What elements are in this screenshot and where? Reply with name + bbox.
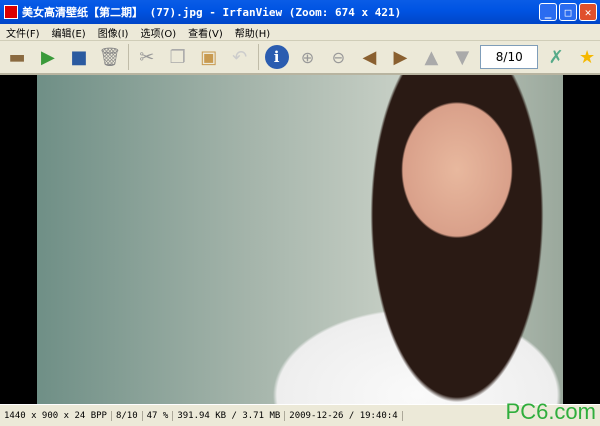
- photo: [37, 75, 563, 404]
- status-file-size: 391.94 KB / 3.71 MB: [173, 410, 286, 421]
- open-folder-icon[interactable]: ▬: [4, 44, 30, 70]
- slideshow-icon[interactable]: ▶: [35, 44, 61, 70]
- watermark-logo: PC6.com: [505, 399, 596, 424]
- menu-image[interactable]: 图像(I): [98, 25, 129, 40]
- status-zoom: 47 %: [143, 410, 174, 421]
- status-index: 8/10: [112, 410, 143, 421]
- menu-view[interactable]: 查看(V): [188, 25, 223, 40]
- next-arrow-icon[interactable]: ▶: [387, 44, 413, 70]
- maximize-button[interactable]: □: [559, 3, 577, 21]
- favorite-star-icon[interactable]: ★: [574, 44, 600, 70]
- undo-icon[interactable]: ↶: [227, 44, 253, 70]
- menu-bar: 文件(F) 编辑(E) 图像(I) 选项(O) 查看(V) 帮助(H): [0, 24, 600, 41]
- zoom-out-icon[interactable]: ⊖: [326, 44, 352, 70]
- paste-icon[interactable]: ▣: [196, 44, 222, 70]
- menu-file[interactable]: 文件(F): [6, 25, 40, 40]
- status-dimensions: 1440 x 900 x 24 BPP: [0, 410, 112, 421]
- minimize-button[interactable]: _: [539, 3, 557, 21]
- save-icon[interactable]: ■: [66, 44, 92, 70]
- menu-options[interactable]: 选项(O): [140, 25, 176, 40]
- info-icon[interactable]: i: [264, 44, 290, 70]
- copy-icon[interactable]: ❐: [165, 44, 191, 70]
- title-bar: 美女高清壁纸【第二期】 (77).jpg - IrfanView (Zoom: …: [0, 0, 600, 24]
- menu-edit[interactable]: 编辑(E): [52, 25, 86, 40]
- toolbar: ▬ ▶ ■ 🗑 ✂ ❐ ▣ ↶ i ⊕ ⊖ ◀ ▶ ▲ ▼ 8/10 ✗ ★: [0, 41, 600, 75]
- image-viewer[interactable]: [0, 75, 600, 404]
- delete-icon[interactable]: 🗑: [97, 44, 123, 70]
- zoom-in-icon[interactable]: ⊕: [295, 44, 321, 70]
- status-datetime: 2009-12-26 / 19:40:4: [285, 410, 403, 421]
- close-button[interactable]: ✕: [579, 3, 597, 21]
- image-counter: 8/10: [480, 45, 539, 69]
- cut-icon[interactable]: ✂: [134, 44, 160, 70]
- separator: [127, 44, 129, 70]
- previous-arrow-icon[interactable]: ◀: [356, 44, 382, 70]
- menu-help[interactable]: 帮助(H): [235, 25, 270, 40]
- settings-tools-icon[interactable]: ✗: [543, 44, 569, 70]
- down-arrow-icon[interactable]: ▼: [449, 44, 475, 70]
- app-icon: [4, 5, 18, 19]
- separator: [257, 44, 259, 70]
- window-title: 美女高清壁纸【第二期】 (77).jpg - IrfanView (Zoom: …: [22, 6, 402, 19]
- up-arrow-icon[interactable]: ▲: [418, 44, 444, 70]
